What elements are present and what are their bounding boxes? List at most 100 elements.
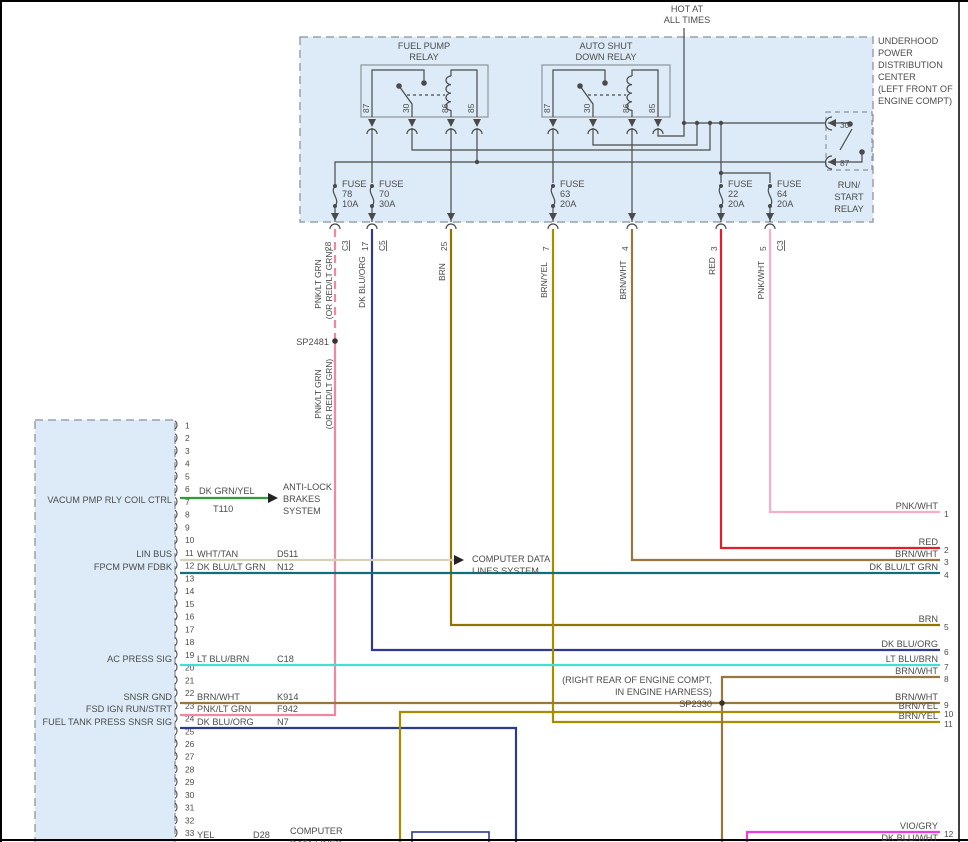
block-pin-number: 4 bbox=[185, 459, 190, 469]
circuit-id: F942 bbox=[277, 704, 298, 714]
fuse-label: 64 bbox=[777, 189, 787, 199]
splice-sp2330-dot bbox=[719, 700, 725, 706]
block-pin-number: 18 bbox=[185, 637, 195, 647]
edge-wire-number: 4 bbox=[944, 570, 949, 580]
block-pin-number: 28 bbox=[185, 764, 195, 774]
fuse-label: 78 bbox=[342, 189, 352, 199]
exit-pin-number: 4 bbox=[620, 246, 630, 251]
splice-sp2481-label: SP2481 bbox=[296, 337, 329, 347]
wire-color-label: DK BLU/LT GRN bbox=[197, 562, 266, 572]
pin-function-label: FPCM PWM FDBK bbox=[94, 562, 173, 572]
wire-color-label: WHT/TAN bbox=[197, 549, 238, 559]
asd-relay-label: DOWN RELAY bbox=[575, 52, 636, 62]
fuse-label: 20A bbox=[560, 199, 577, 209]
block-pin-number: 12 bbox=[185, 561, 195, 571]
wire-dk-blu-org bbox=[372, 229, 940, 650]
connector-id: C5 bbox=[377, 240, 387, 251]
wire-color-label: BRN/WHT bbox=[197, 692, 240, 702]
pdc-name: (LEFT FRONT OF bbox=[878, 84, 953, 94]
relay-pin-number: 85 bbox=[647, 103, 657, 113]
exit-pin-number: 25 bbox=[439, 241, 449, 251]
edge-wire-label: PNK/WHT bbox=[896, 501, 939, 511]
edge-wire-label: BRN/YEL bbox=[899, 711, 938, 721]
wire-brn-yel-row10 bbox=[400, 712, 940, 842]
block-pin-number: 31 bbox=[185, 803, 195, 813]
edge-wire-number: 12 bbox=[944, 829, 954, 839]
pin-function-label: VACUM PMP RLY COIL CTRL bbox=[47, 495, 172, 505]
dest-label: COMPUTER DATA bbox=[472, 554, 551, 564]
hot-at-label: ALL TIMES bbox=[664, 15, 710, 25]
block-pin-number: 10 bbox=[185, 535, 195, 545]
fuse-label: FUSE bbox=[728, 179, 753, 189]
relay-pin-number: 87 bbox=[361, 103, 371, 113]
wire-name: (OR RED/LT GRN) bbox=[324, 359, 334, 430]
edge-wire-number: 11 bbox=[944, 719, 953, 729]
fuse-label: FUSE bbox=[342, 179, 367, 189]
circuit-id: N12 bbox=[277, 562, 294, 572]
circuit-id: T110 bbox=[213, 504, 233, 514]
splice-sp2330-label: SP2330 bbox=[679, 699, 712, 709]
edge-wire-number: 8 bbox=[944, 674, 949, 684]
pin-function-label: SNSR GND bbox=[124, 692, 173, 702]
run-start-pin-87: 87 bbox=[840, 158, 850, 168]
pdc-name: DISTRIBUTION bbox=[878, 60, 943, 70]
relay-pin-number: 85 bbox=[466, 103, 476, 113]
exit-pin-number: 7 bbox=[541, 246, 551, 251]
edge-wire-number: 1 bbox=[944, 509, 949, 519]
fuse-label: 63 bbox=[560, 189, 570, 199]
fuse-label: 22 bbox=[728, 189, 738, 199]
block-pin-number: 33 bbox=[185, 828, 195, 838]
wire-dk-blu-org-n7 bbox=[180, 728, 516, 842]
wire-color-label: YEL bbox=[197, 830, 214, 840]
exit-pin-number: 5 bbox=[758, 246, 768, 251]
pin-function-label: LIN BUS bbox=[136, 549, 172, 559]
edge-wire-number: 5 bbox=[944, 622, 949, 632]
wire-brn-wht-pin4 bbox=[632, 229, 940, 560]
asd-relay-label: AUTO SHUT bbox=[580, 41, 633, 51]
dest-label: LINES SYSTEM bbox=[472, 566, 539, 576]
edge-wire-number: 3 bbox=[944, 557, 949, 567]
block-pin-number: 9 bbox=[185, 522, 190, 532]
pdc-name: ENGINE COMPT) bbox=[878, 96, 952, 106]
block-pin-number: 15 bbox=[185, 599, 195, 609]
module-connector-block bbox=[35, 420, 175, 842]
fuse-label: 20A bbox=[728, 199, 745, 209]
block-pin-number: 13 bbox=[185, 573, 195, 583]
wire-color-label: DK BLU/ORG bbox=[197, 717, 254, 727]
edge-wire-label: BRN bbox=[919, 614, 938, 624]
edge-wire-label: DK BLU/LT GRN bbox=[869, 562, 938, 572]
pin-function-label: FSD IGN RUN/STRT bbox=[86, 704, 172, 714]
block-pin-number: 22 bbox=[185, 688, 195, 698]
wire-name: BRN/WHT bbox=[618, 260, 628, 299]
block-pin-number: 1 bbox=[185, 421, 190, 431]
relay-pin-number: 30 bbox=[401, 103, 411, 113]
fuse-label: FUSE bbox=[777, 179, 802, 189]
wire-name: BRN bbox=[437, 263, 447, 281]
block-pin-number: 11 bbox=[185, 548, 194, 558]
block-pin-number: 17 bbox=[185, 624, 195, 634]
edge-wire-number: 6 bbox=[944, 647, 949, 657]
exit-pin-number: 3 bbox=[709, 246, 719, 251]
run-start-relay-label: RUN/ bbox=[838, 180, 861, 190]
edge-wire-label: BRN/WHT bbox=[895, 666, 938, 676]
connector-id: C3 bbox=[775, 240, 785, 251]
run-start-relay-label: START bbox=[834, 192, 864, 202]
wire-pnk-wht bbox=[770, 229, 940, 512]
wire-color-label: PNK/LT GRN bbox=[197, 704, 251, 714]
block-pin-number: 26 bbox=[185, 739, 195, 749]
exit-pin-number: 17 bbox=[360, 241, 370, 251]
block-pin-number: 3 bbox=[185, 446, 190, 456]
splice-sp2330-note: (RIGHT REAR OF ENGINE COMPT, bbox=[562, 675, 712, 685]
dest-label: COMPUTER bbox=[290, 826, 343, 836]
edge-wire-number: 7 bbox=[944, 662, 949, 672]
block-pin-number: 6 bbox=[185, 484, 190, 494]
fuel-pump-relay-label: RELAY bbox=[409, 52, 438, 62]
fuse-label: FUSE bbox=[560, 179, 585, 189]
dest-label: BRAKES bbox=[283, 494, 320, 504]
circuit-id: D511 bbox=[277, 549, 298, 559]
relay-pin-number: 30 bbox=[582, 103, 592, 113]
block-pin-number: 5 bbox=[185, 471, 190, 481]
edge-wire-label: BRN/YEL bbox=[899, 701, 938, 711]
run-start-pin-30: 30 bbox=[840, 120, 850, 130]
pin-function-label: FUEL TANK PRESS SNSR SIG bbox=[42, 717, 172, 727]
